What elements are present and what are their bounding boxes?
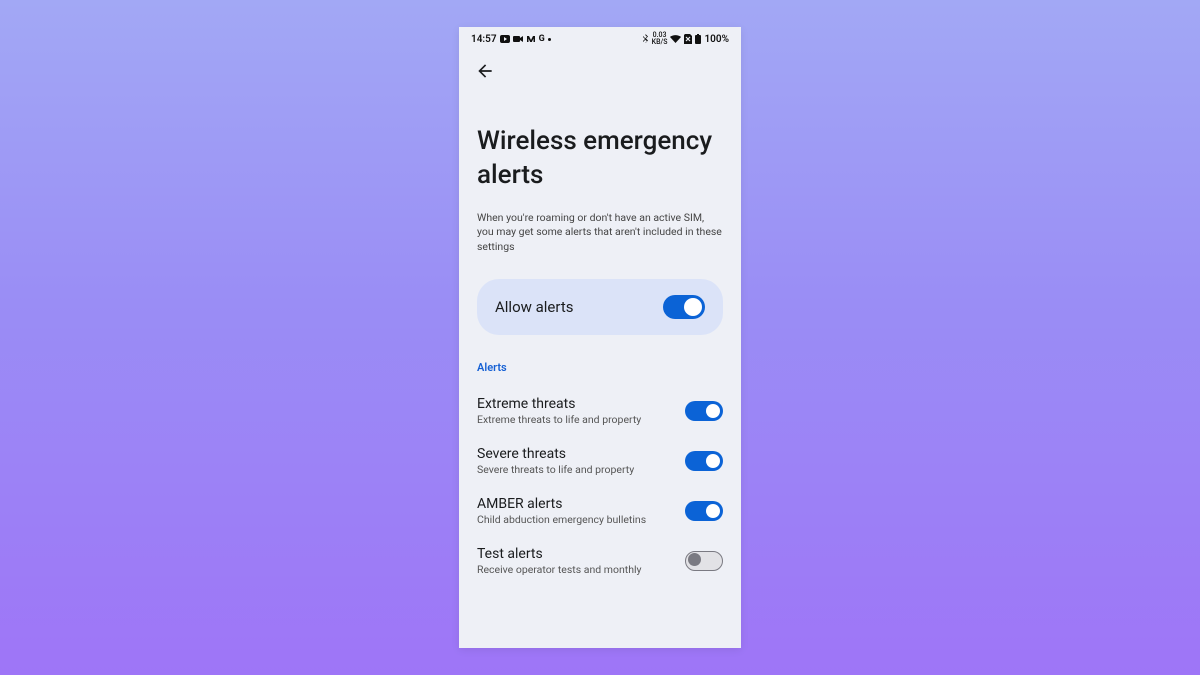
setting-sub: Child abduction emergency bulletins: [477, 513, 675, 526]
status-bar: 14:57 G 0.03 KB/S: [459, 27, 741, 51]
back-button[interactable]: [471, 57, 499, 85]
master-toggle-label: Allow alerts: [495, 298, 574, 316]
sim-icon: [684, 34, 692, 44]
status-left: 14:57 G: [471, 34, 551, 45]
allow-alerts-toggle[interactable]: [663, 295, 705, 319]
network-rate: 0.03 KB/S: [652, 32, 668, 46]
battery-icon: [695, 34, 701, 44]
test-alerts-toggle[interactable]: [685, 551, 723, 571]
video-icon: [513, 35, 523, 43]
wifi-icon: [670, 35, 681, 44]
status-time: 14:57: [471, 34, 497, 45]
more-dot-icon: [548, 38, 551, 41]
phone-screen: 14:57 G 0.03 KB/S: [459, 27, 741, 648]
setting-row-amber-alerts[interactable]: AMBER alerts Child abduction emergency b…: [477, 486, 723, 536]
setting-title: Severe threats: [477, 446, 675, 462]
setting-title: Test alerts: [477, 546, 675, 562]
g-icon: G: [539, 34, 545, 44]
setting-sub: Severe threats to life and property: [477, 463, 675, 476]
arrow-back-icon: [475, 61, 495, 81]
amber-alerts-toggle[interactable]: [685, 501, 723, 521]
status-right: 0.03 KB/S 100%: [642, 32, 729, 46]
setting-row-severe-threats[interactable]: Severe threats Severe threats to life an…: [477, 436, 723, 486]
m-icon: [526, 35, 536, 43]
section-header-alerts: Alerts: [477, 361, 723, 374]
setting-row-test-alerts[interactable]: Test alerts Receive operator tests and m…: [477, 536, 723, 586]
page-subtitle: When you're roaming or don't have an act…: [477, 211, 723, 255]
battery-percent: 100%: [704, 34, 729, 45]
setting-sub: Extreme threats to life and property: [477, 413, 675, 426]
setting-title: Extreme threats: [477, 396, 675, 412]
severe-threats-toggle[interactable]: [685, 451, 723, 471]
master-toggle-card[interactable]: Allow alerts: [477, 279, 723, 335]
setting-title: AMBER alerts: [477, 496, 675, 512]
app-bar: [459, 51, 741, 91]
bluetooth-icon: [642, 34, 649, 44]
youtube-icon: [500, 35, 510, 43]
page-title: Wireless emergency alerts: [477, 125, 723, 193]
content: Wireless emergency alerts When you're ro…: [459, 125, 741, 586]
setting-row-extreme-threats[interactable]: Extreme threats Extreme threats to life …: [477, 386, 723, 436]
extreme-threats-toggle[interactable]: [685, 401, 723, 421]
setting-sub: Receive operator tests and monthly: [477, 563, 675, 576]
